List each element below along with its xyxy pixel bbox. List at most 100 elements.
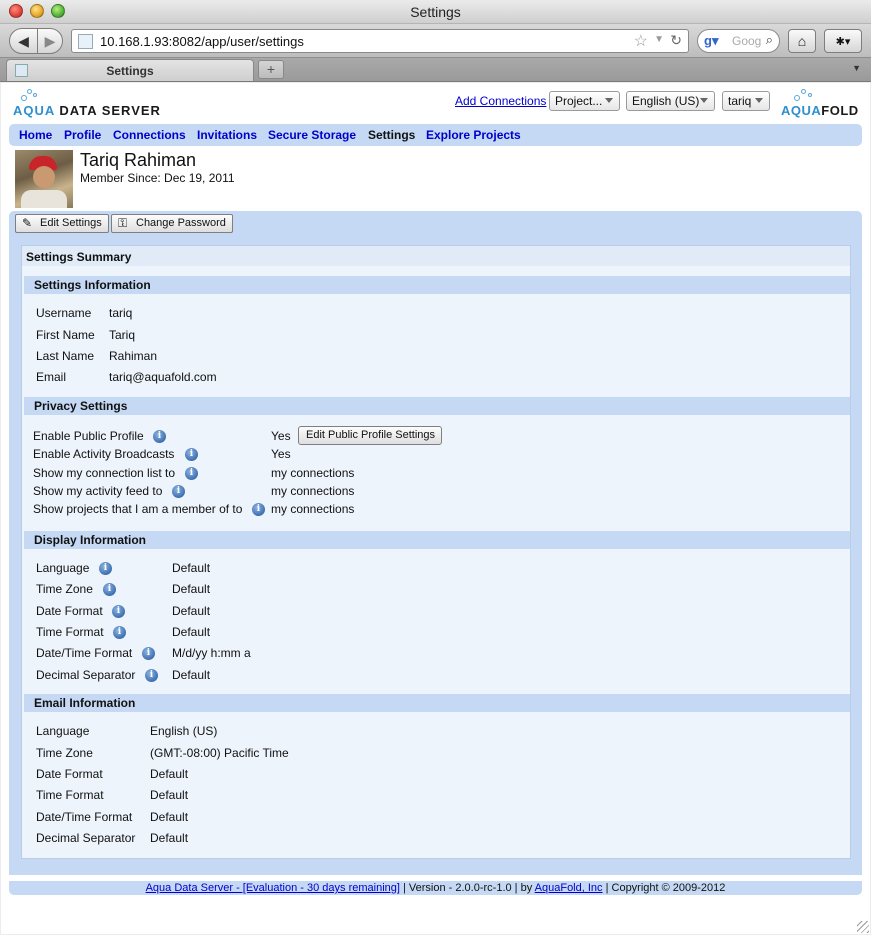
page-footer: Aqua Data Server - [Evaluation - 30 days… xyxy=(9,881,862,895)
search-box[interactable]: g▾ Google ⌕ xyxy=(697,29,780,53)
user-select-value: tariq xyxy=(728,94,752,108)
home-button[interactable]: ⌂ xyxy=(788,29,816,53)
email-date-format-label: Date Format xyxy=(36,767,103,781)
email-time-format-label: Time Format xyxy=(36,788,104,802)
connection-list-visibility-label: Show my connection list to xyxy=(33,466,176,480)
info-icon[interactable]: i xyxy=(172,485,185,498)
bookmark-star-icon[interactable]: ☆ xyxy=(634,31,648,51)
info-icon[interactable]: i xyxy=(252,503,265,516)
email-date-format-value: Default xyxy=(150,767,189,781)
display-decimal-separator-value: Default xyxy=(172,668,211,682)
first-name-value: Tariq xyxy=(109,328,136,342)
window-resize-grip[interactable] xyxy=(857,921,869,933)
email-decimal-separator-label: Decimal Separator xyxy=(36,831,136,845)
nav-explore-projects[interactable]: Explore Projects xyxy=(426,128,521,142)
first-name-label: First Name xyxy=(36,328,95,342)
home-icon: ⌂ xyxy=(797,33,807,49)
avatar xyxy=(15,150,73,208)
history-dropdown-icon[interactable]: ▼ xyxy=(654,34,664,45)
nav-home[interactable]: Home xyxy=(19,128,52,142)
window-title: Settings xyxy=(410,4,461,20)
edit-settings-button[interactable]: ✎ Edit Settings xyxy=(15,214,109,233)
language-select[interactable]: English (US) xyxy=(626,91,715,111)
google-search-icon[interactable]: g▾ xyxy=(704,33,718,49)
logo-right-aqua: AQUA xyxy=(781,103,822,118)
tab-strip: Settings + ▼ xyxy=(0,58,871,82)
nav-connections[interactable]: Connections xyxy=(113,128,186,142)
user-select[interactable]: tariq xyxy=(722,91,770,111)
tab-label: Settings xyxy=(106,64,154,78)
activity-feed-visibility-value: my connections xyxy=(271,484,355,498)
email-value: tariq@aquafold.com xyxy=(109,370,217,384)
email-language-label: Language xyxy=(36,724,90,738)
info-icon[interactable]: i xyxy=(145,669,158,682)
display-datetime-format-label: Date/Time Format xyxy=(36,646,133,660)
display-time-zone-value: Default xyxy=(172,582,211,596)
info-icon[interactable]: i xyxy=(185,448,198,461)
reload-icon[interactable]: ↻ xyxy=(670,32,682,49)
chevron-down-icon xyxy=(700,98,708,103)
email-datetime-format-label: Date/Time Format xyxy=(36,810,133,824)
main-nav: Home Profile Connections Invitations Sec… xyxy=(9,124,862,146)
new-tab-button[interactable]: + xyxy=(258,60,284,79)
change-password-button[interactable]: ⚿ Change Password xyxy=(111,214,233,233)
display-language-value: Default xyxy=(172,561,211,575)
chevron-down-icon xyxy=(755,98,763,103)
url-text[interactable]: 10.168.1.93:8082/app/user/settings xyxy=(100,34,304,49)
tab-list-dropdown-icon[interactable]: ▼ xyxy=(852,63,861,73)
search-input[interactable]: Google xyxy=(732,34,762,48)
settings-information-header: Settings Information xyxy=(24,276,850,294)
address-bar[interactable]: 10.168.1.93:8082/app/user/settings ☆ ▼ ↻ xyxy=(71,29,689,53)
language-select-value: English (US) xyxy=(632,94,700,108)
pencil-icon: ✎ xyxy=(22,216,33,230)
display-date-format-label: Date Format xyxy=(36,604,103,618)
edit-public-profile-settings-button[interactable]: Edit Public Profile Settings xyxy=(298,426,443,445)
last-name-label: Last Name xyxy=(36,349,95,363)
display-time-format-value: Default xyxy=(172,625,211,639)
nav-secure-storage[interactable]: Secure Storage xyxy=(268,128,356,142)
add-connections-link[interactable]: Add Connections xyxy=(455,94,546,108)
settings-panel: Settings Summary Settings Information Us… xyxy=(9,235,862,875)
info-icon[interactable]: i xyxy=(153,430,166,443)
logo-left-aqua: AQUA xyxy=(13,103,55,118)
enable-public-profile-label: Enable Public Profile xyxy=(33,429,144,443)
privacy-settings-header: Privacy Settings xyxy=(24,397,850,415)
info-icon[interactable]: i xyxy=(112,605,125,618)
info-icon[interactable]: i xyxy=(185,467,198,480)
tab-settings[interactable]: Settings xyxy=(6,59,254,81)
forward-button[interactable]: ▶ xyxy=(37,28,63,54)
chevron-down-icon xyxy=(605,98,613,103)
magnifier-icon[interactable]: ⌕ xyxy=(766,32,773,48)
key-icon: ⚿ xyxy=(118,216,128,230)
info-icon[interactable]: i xyxy=(99,562,112,575)
username-value: tariq xyxy=(109,306,133,320)
window-titlebar: Settings xyxy=(0,0,871,24)
logo-left-rest: DATA SERVER xyxy=(54,103,161,118)
nav-invitations[interactable]: Invitations xyxy=(197,128,257,142)
site-favicon-icon xyxy=(78,34,93,49)
back-button[interactable]: ◀ xyxy=(9,28,38,54)
nav-profile[interactable]: Profile xyxy=(64,128,101,142)
project-select-value: Project... xyxy=(555,94,603,108)
summary-title: Settings Summary xyxy=(26,250,132,264)
info-icon[interactable]: i xyxy=(103,583,116,596)
settings-summary: Settings Summary Settings Information Us… xyxy=(21,245,851,859)
company-link[interactable]: AquaFold, Inc xyxy=(535,882,603,894)
display-time-zone-label: Time Zone xyxy=(36,582,93,596)
nav-settings[interactable]: Settings xyxy=(368,128,415,142)
browser-toolbar: ◀ ▶ 10.168.1.93:8082/app/user/settings ☆… xyxy=(0,24,871,58)
member-since: Member Since: Dec 19, 2011 xyxy=(80,171,235,185)
display-date-format-value: Default xyxy=(172,604,211,618)
bookmarks-button[interactable]: ✱▾ xyxy=(824,29,862,53)
version-text: | Version - 2.0.0-rc-1.0 | by xyxy=(399,882,535,894)
info-icon[interactable]: i xyxy=(142,647,155,660)
email-time-zone-label: Time Zone xyxy=(36,746,93,760)
enable-activity-broadcasts-value: Yes xyxy=(271,447,291,461)
copyright-text: | Copyright © 2009-2012 xyxy=(602,882,726,894)
email-decimal-separator-value: Default xyxy=(150,831,189,845)
product-link[interactable]: Aqua Data Server - [Evaluation - 30 days… xyxy=(146,882,400,894)
project-select[interactable]: Project... xyxy=(549,91,620,111)
info-icon[interactable]: i xyxy=(113,626,126,639)
forward-arrow-icon: ▶ xyxy=(44,32,56,49)
username-label: Username xyxy=(36,306,92,320)
